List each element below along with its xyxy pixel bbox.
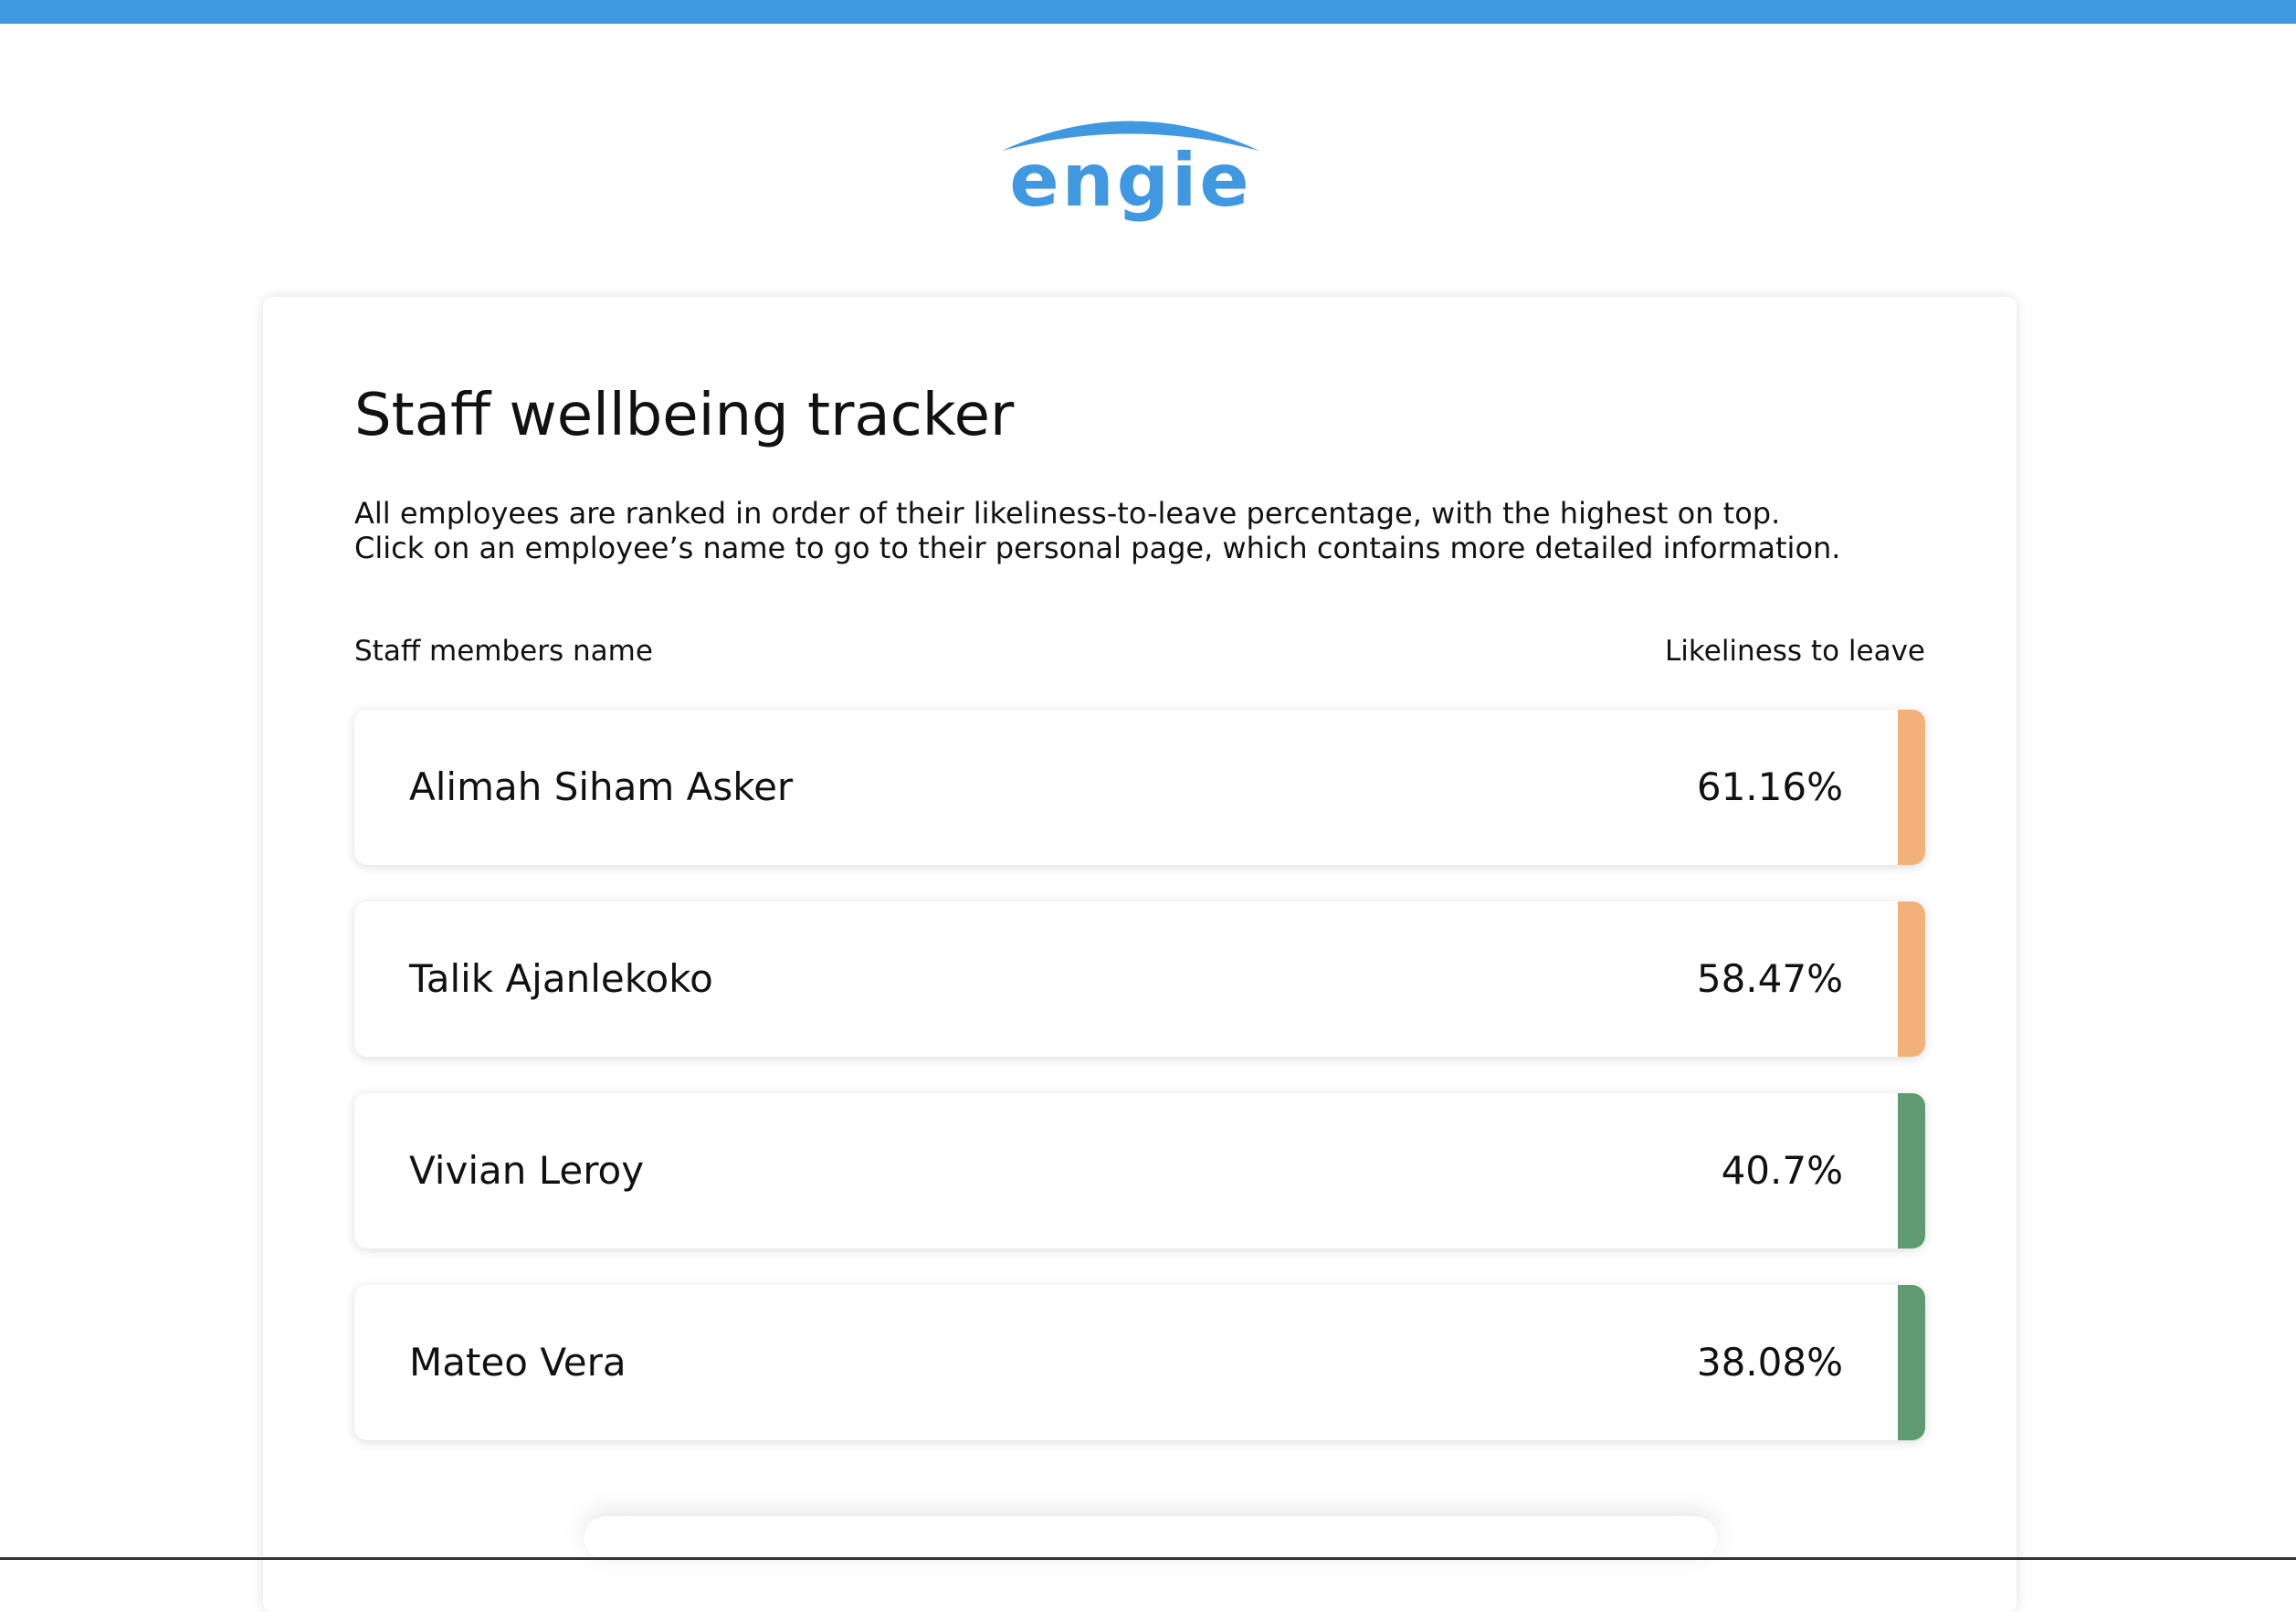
likeliness-value: 38.08%	[1696, 1340, 1843, 1385]
status-indicator	[1898, 901, 1925, 1057]
staff-row[interactable]: Vivian Leroy 40.7%	[354, 1093, 1925, 1249]
status-indicator	[1898, 710, 1925, 865]
page-description: All employees are ranked in order of the…	[354, 496, 1840, 565]
staff-list: Alimah Siham Asker 61.16% Talik Ajanleko…	[354, 710, 1925, 1477]
tracker-card: Staff wellbeing tracker All employees ar…	[263, 297, 2017, 1612]
staff-name-link[interactable]: Talik Ajanlekoko	[409, 901, 713, 1057]
staff-row[interactable]: Alimah Siham Asker 61.16%	[354, 710, 1925, 865]
description-line-1: All employees are ranked in order of the…	[354, 496, 1781, 531]
column-header-name: Staff members name	[354, 635, 653, 668]
staff-name-link[interactable]: Mateo Vera	[409, 1285, 627, 1440]
next-section-shadow	[585, 1516, 1717, 1560]
status-indicator	[1898, 1093, 1925, 1249]
staff-row[interactable]: Talik Ajanlekoko 58.47%	[354, 901, 1925, 1057]
staff-name-link[interactable]: Vivian Leroy	[409, 1093, 644, 1249]
likeliness-value: 61.16%	[1696, 764, 1843, 809]
top-accent-bar	[0, 0, 2296, 24]
likeliness-value: 40.7%	[1721, 1148, 1843, 1193]
staff-name-link[interactable]: Alimah Siham Asker	[409, 710, 793, 865]
staff-row[interactable]: Mateo Vera 38.08%	[354, 1285, 1925, 1440]
page-title: Staff wellbeing tracker	[354, 382, 1015, 449]
description-line-2: Click on an employee’s name to go to the…	[354, 531, 1841, 565]
status-indicator	[1898, 1285, 1925, 1440]
likeliness-value: 58.47%	[1696, 956, 1843, 1001]
column-header-likeliness: Likeliness to leave	[1665, 635, 1925, 668]
engie-logo[interactable]: engie	[998, 110, 1263, 219]
logo-wordmark: engie	[1009, 138, 1252, 223]
